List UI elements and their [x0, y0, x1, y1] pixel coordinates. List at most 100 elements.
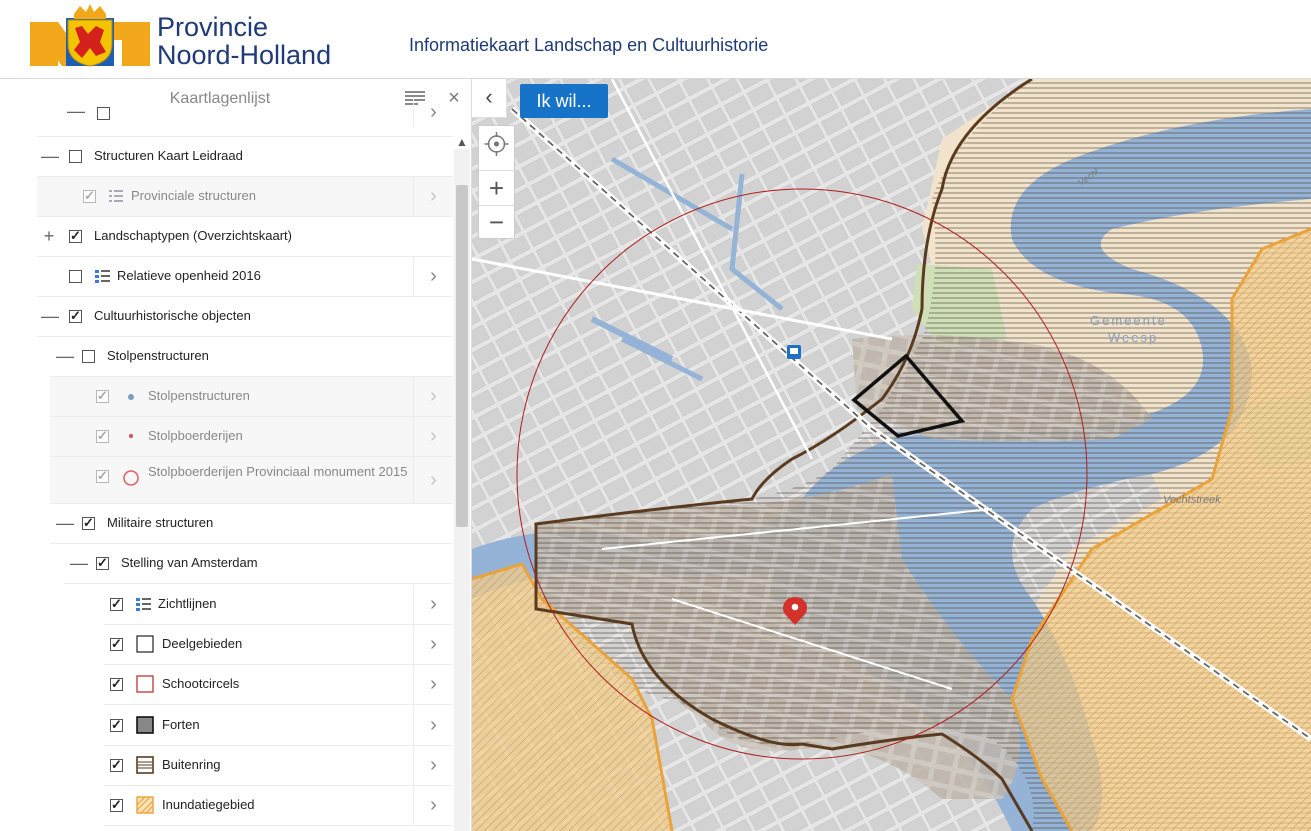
expand-toggle[interactable]: +: [41, 226, 57, 246]
layer-row-buitenring[interactable]: Buitenring ›: [104, 746, 453, 786]
layer-label: Stolpenstructuren: [148, 388, 250, 403]
layer-row-stolpboerderijen-monument[interactable]: Stolpboerderijen Provinciaal monument 20…: [50, 457, 453, 504]
layer-checkbox[interactable]: [110, 636, 123, 652]
layer-label: Cultuurhistorische objecten: [94, 308, 251, 323]
layer-checkbox[interactable]: [82, 350, 95, 363]
chevron-right-icon[interactable]: ›: [413, 257, 453, 297]
layer-row-cultuurhistorische-objecten[interactable]: — Cultuurhistorische objecten: [37, 297, 453, 337]
app-subtitle: Informatiekaart Landschap en Cultuurhist…: [409, 35, 769, 55]
layer-label: Relatieve openheid 2016: [117, 268, 261, 283]
chevron-right-icon[interactable]: ›: [413, 665, 453, 705]
layer-row-militaire-structuren[interactable]: — Militaire structuren: [50, 504, 453, 544]
layer-label: Buitenring: [162, 757, 221, 772]
brand-line-2: Noord-Holland: [157, 40, 332, 70]
layer-checkbox[interactable]: [96, 468, 109, 484]
zoom-in-button[interactable]: +: [479, 170, 514, 207]
layer-checkbox[interactable]: [96, 555, 109, 571]
chevron-right-icon[interactable]: ›: [413, 97, 453, 127]
layer-row-partial: — ›: [37, 97, 453, 137]
layer-row-partial-bottom: [104, 826, 453, 831]
chevron-right-icon[interactable]: ›: [413, 706, 453, 746]
collapse-toggle[interactable]: —: [41, 146, 59, 166]
chevron-right-icon[interactable]: ›: [413, 746, 453, 786]
layer-checkbox[interactable]: [110, 676, 123, 692]
chevron-right-icon[interactable]: ›: [413, 585, 453, 625]
layer-row-relatieve-openheid[interactable]: Relatieve openheid 2016 ›: [37, 257, 453, 297]
map-controls: + −: [478, 125, 515, 239]
blue-dot-symbol-icon: [128, 394, 134, 400]
layer-label: Schootcircels: [162, 676, 240, 691]
collapse-toggle[interactable]: —: [70, 553, 88, 573]
crosshair-icon: [484, 132, 509, 156]
red-square-outline-symbol-icon: [136, 675, 154, 693]
collapse-toggle[interactable]: —: [41, 306, 59, 326]
orange-hatched-square-symbol-icon: [136, 796, 154, 814]
map-label-vechtstreek: Vechtstreek: [1163, 494, 1221, 506]
layer-checkbox[interactable]: [96, 428, 109, 444]
collapse-toggle[interactable]: —: [56, 346, 74, 366]
layer-label: Deelgebieden: [162, 636, 243, 651]
layer-checkbox[interactable]: [83, 188, 96, 204]
layer-row-schootcircels[interactable]: Schootcircels ›: [104, 665, 453, 705]
layer-label: Provinciale structuren: [131, 188, 256, 203]
brand-name: Provincie Noord-Holland: [157, 13, 331, 69]
layer-checkbox[interactable]: [110, 596, 123, 612]
scroll-up-arrow[interactable]: ▲: [454, 135, 470, 149]
layer-row-inundatiegebied[interactable]: Inundatiegebied ›: [104, 786, 453, 826]
layer-label: Forten: [162, 717, 200, 732]
black-square-outline-symbol-icon: [136, 635, 154, 653]
collapse-toggle[interactable]: —: [67, 101, 85, 121]
layer-row-stelling-van-amsterdam[interactable]: — Stelling van Amsterdam: [64, 544, 453, 584]
layer-row-provinciale-structuren[interactable]: Provinciale structuren ›: [37, 177, 453, 217]
collapse-panel-button[interactable]: ‹: [472, 79, 507, 118]
locate-me-button[interactable]: [479, 126, 514, 162]
zoom-out-button[interactable]: −: [479, 205, 514, 242]
layer-label: Stolpboerderijen: [148, 428, 243, 443]
legend-list-icon: [109, 190, 123, 202]
layer-list-panel: Kaartlagenlijst × — › ▲ — Structuren Kaa…: [0, 79, 472, 831]
layer-checkbox[interactable]: [69, 150, 82, 163]
layer-checkbox[interactable]: [110, 757, 123, 773]
chevron-right-icon[interactable]: ›: [413, 625, 453, 665]
red-dot-symbol-icon: [128, 433, 134, 439]
layer-checkbox[interactable]: [69, 228, 82, 244]
ik-wil-button[interactable]: Ik wil...: [520, 84, 608, 118]
brown-hatched-square-symbol-icon: [136, 756, 154, 774]
collapse-toggle[interactable]: —: [56, 513, 74, 533]
chevron-right-icon[interactable]: ›: [413, 177, 453, 217]
layer-checkbox[interactable]: [97, 107, 110, 120]
chevron-right-icon[interactable]: ›: [413, 417, 453, 457]
provincie-noord-holland-logo: [30, 4, 150, 67]
map-label-gemeente: Gemeente: [1090, 313, 1167, 328]
layer-row-stolpenstructuren[interactable]: Stolpenstructuren ›: [50, 377, 453, 417]
layer-checkbox[interactable]: [110, 717, 123, 733]
layer-row-structuren-kaart-leidraad[interactable]: — Structuren Kaart Leidraad: [37, 137, 453, 177]
layer-label: Zichtlijnen: [158, 596, 217, 611]
layer-row-landschaptypen[interactable]: + Landschaptypen (Overzichtskaart): [37, 217, 453, 257]
gray-filled-square-symbol-icon: [136, 716, 154, 734]
legend-list-icon: [95, 270, 110, 283]
brand-line-1: Provincie: [157, 12, 269, 42]
layer-row-stolpenstructuren-group[interactable]: — Stolpenstructuren: [50, 337, 453, 377]
layer-row-deelgebieden[interactable]: Deelgebieden ›: [104, 625, 453, 665]
layer-label: Stolpboerderijen Provinciaal monument 20…: [148, 464, 408, 479]
layer-row-forten[interactable]: Forten ›: [104, 706, 453, 746]
layer-checkbox[interactable]: [110, 797, 123, 813]
header: Provincie Noord-Holland Informatiekaart …: [0, 0, 1311, 79]
map-graphics[interactable]: [472, 79, 1311, 831]
layer-label: Militaire structuren: [107, 515, 214, 530]
chevron-right-icon[interactable]: ›: [413, 786, 453, 826]
layer-label: Stelling van Amsterdam: [121, 555, 258, 570]
layer-checkbox[interactable]: [69, 270, 82, 283]
layer-label: Structuren Kaart Leidraad: [94, 148, 243, 163]
chevron-right-icon[interactable]: ›: [413, 457, 453, 504]
layer-row-stolpboerderijen[interactable]: Stolpboerderijen ›: [50, 417, 453, 457]
map-canvas[interactable]: [472, 79, 1311, 831]
layer-checkbox[interactable]: [82, 515, 95, 531]
red-circle-symbol-icon: [123, 470, 139, 486]
layer-row-zichtlijnen[interactable]: Zichtlijnen ›: [104, 585, 453, 625]
layer-checkbox[interactable]: [96, 388, 109, 404]
layer-checkbox[interactable]: [69, 308, 82, 324]
chevron-right-icon[interactable]: ›: [413, 377, 453, 417]
scrollbar-thumb[interactable]: [456, 185, 468, 527]
